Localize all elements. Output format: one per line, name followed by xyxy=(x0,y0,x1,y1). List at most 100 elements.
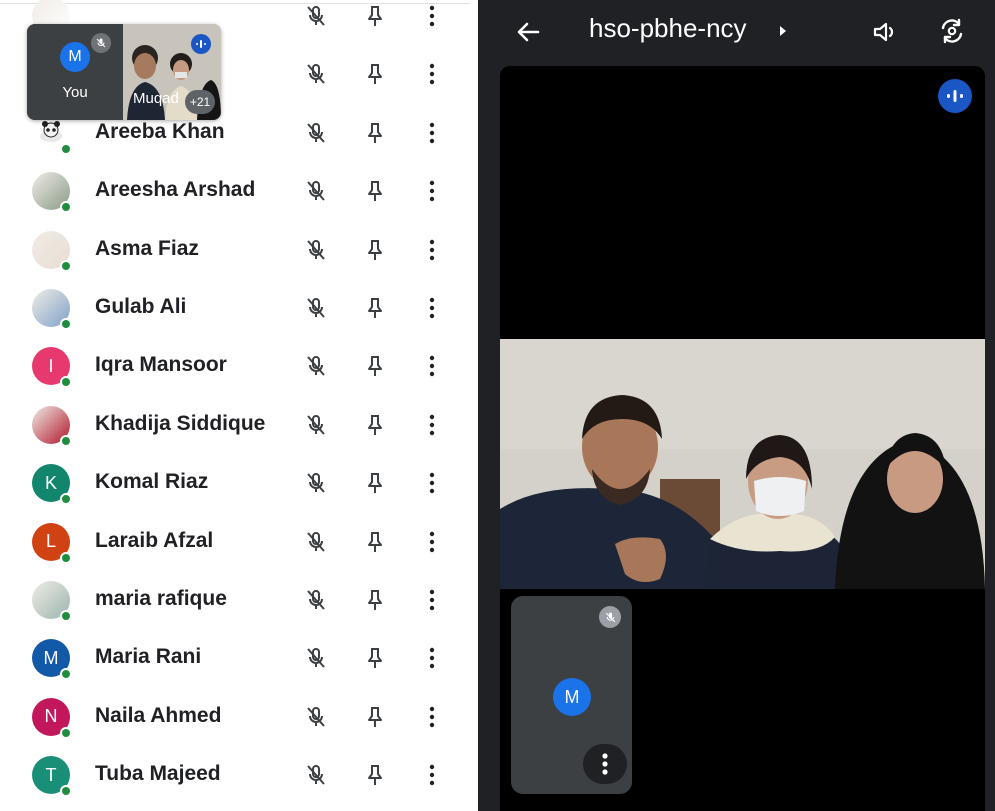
mic-off-icon[interactable] xyxy=(304,587,328,613)
participant-row[interactable]: Khadija Siddique xyxy=(0,396,478,454)
main-video-stage: M xyxy=(500,66,985,811)
pin-icon[interactable] xyxy=(363,470,387,496)
more-options-icon[interactable] xyxy=(420,412,444,438)
pin-icon[interactable] xyxy=(363,178,387,204)
pin-icon[interactable] xyxy=(363,587,387,613)
online-status-dot xyxy=(60,726,72,739)
participant-row[interactable]: T Tuba Majeed xyxy=(0,746,478,804)
pin-icon[interactable] xyxy=(363,295,387,321)
meeting-top-bar: hso-pbhe-ncy xyxy=(478,0,995,62)
online-status-dot xyxy=(60,785,72,798)
mic-off-icon[interactable] xyxy=(304,762,328,788)
mic-off-icon[interactable] xyxy=(304,237,328,263)
mic-off-icon[interactable] xyxy=(304,295,328,321)
picture-in-picture[interactable]: M You Muqad +21 xyxy=(27,24,221,120)
pin-icon[interactable] xyxy=(363,237,387,263)
online-status-dot xyxy=(60,259,72,272)
online-status-dot xyxy=(60,551,72,564)
mic-off-icon[interactable] xyxy=(304,178,328,204)
pin-icon[interactable] xyxy=(363,704,387,730)
more-options-icon[interactable] xyxy=(420,529,444,555)
more-options-icon[interactable] xyxy=(420,704,444,730)
participant-name: Naila Ahmed xyxy=(95,703,222,727)
participant-row[interactable]: K Komal Riaz xyxy=(0,454,478,512)
online-status-dot xyxy=(60,668,72,681)
more-options-icon[interactable] xyxy=(420,61,444,87)
pin-icon[interactable] xyxy=(363,645,387,671)
switch-camera-icon[interactable] xyxy=(937,16,967,46)
participant-row[interactable]: Asma Fiaz xyxy=(0,221,478,279)
pip-self-label: You xyxy=(62,84,88,101)
speaking-indicator-icon xyxy=(191,34,211,54)
online-status-dot xyxy=(60,142,72,155)
mic-off-icon[interactable] xyxy=(304,61,328,87)
pin-icon[interactable] xyxy=(363,762,387,788)
more-options-icon[interactable] xyxy=(583,744,627,784)
participant-name: Komal Riaz xyxy=(95,470,209,494)
participant-name: Maria Rani xyxy=(95,645,202,669)
pin-icon[interactable] xyxy=(363,412,387,438)
more-options-icon[interactable] xyxy=(420,762,444,788)
more-options-icon[interactable] xyxy=(420,237,444,263)
mic-off-icon[interactable] xyxy=(304,470,328,496)
participant-row[interactable]: maria rafique xyxy=(0,571,478,629)
pin-icon[interactable] xyxy=(363,120,387,146)
participant-row[interactable]: M Maria Rani xyxy=(0,629,478,687)
participant-row[interactable]: I Iqra Mansoor xyxy=(0,337,478,395)
mic-off-icon[interactable] xyxy=(304,120,328,146)
mic-off-icon xyxy=(91,33,111,53)
more-options-icon[interactable] xyxy=(420,587,444,613)
online-status-dot xyxy=(60,610,72,622)
mic-off-icon[interactable] xyxy=(304,353,328,379)
caret-right-icon[interactable] xyxy=(778,24,788,38)
mic-off-icon[interactable] xyxy=(304,412,328,438)
mic-off-icon[interactable] xyxy=(304,529,328,555)
more-options-icon[interactable] xyxy=(420,295,444,321)
mic-off-icon[interactable] xyxy=(304,704,328,730)
back-arrow-icon[interactable] xyxy=(514,18,542,46)
self-video-tile[interactable]: M xyxy=(511,596,632,794)
more-options-icon[interactable] xyxy=(420,470,444,496)
participant-name: Laraib Afzal xyxy=(95,528,214,552)
participant-name: Areeba Khan xyxy=(95,119,225,143)
participant-name: Asma Fiaz xyxy=(95,236,199,260)
more-options-icon[interactable] xyxy=(420,645,444,671)
more-options-icon[interactable] xyxy=(420,120,444,146)
speaking-indicator-icon xyxy=(938,79,972,113)
more-options-icon[interactable] xyxy=(420,3,444,29)
mic-off-icon xyxy=(599,606,621,628)
more-options-icon[interactable] xyxy=(420,178,444,204)
pip-self-avatar: M xyxy=(60,42,90,72)
participant-name: Iqra Mansoor xyxy=(95,353,227,377)
pin-icon[interactable] xyxy=(363,353,387,379)
pin-icon[interactable] xyxy=(363,529,387,555)
participant-name: Khadija Siddique xyxy=(95,411,266,435)
participant-name: Gulab Ali xyxy=(95,295,187,318)
more-participants-badge: +21 xyxy=(185,90,215,114)
online-status-dot xyxy=(60,493,72,506)
online-status-dot xyxy=(60,376,72,389)
pip-other-label: Muqad xyxy=(133,90,179,107)
participant-row[interactable]: Areesha Arshad xyxy=(0,162,478,220)
pin-icon[interactable] xyxy=(363,61,387,87)
participant-video-image xyxy=(500,339,985,589)
participant-video xyxy=(500,339,985,589)
mic-off-icon[interactable] xyxy=(304,3,328,29)
participant-name: Tuba Majeed xyxy=(95,762,221,786)
participant-name: Areesha Arshad xyxy=(95,178,256,202)
participant-row[interactable]: Gulab Ali xyxy=(0,279,478,337)
participant-row[interactable]: L Laraib Afzal xyxy=(0,513,478,571)
more-options-icon[interactable] xyxy=(420,353,444,379)
online-status-dot xyxy=(60,434,72,447)
pin-icon[interactable] xyxy=(363,3,387,29)
online-status-dot xyxy=(60,318,72,330)
speaker-icon[interactable] xyxy=(871,18,899,46)
participant-row[interactable]: N Naila Ahmed xyxy=(0,688,478,746)
online-status-dot xyxy=(60,201,72,214)
pip-other-tile: Muqad +21 xyxy=(123,24,221,120)
self-avatar: M xyxy=(553,678,591,716)
meeting-view: hso-pbhe-ncy M xyxy=(478,0,995,811)
meeting-code[interactable]: hso-pbhe-ncy xyxy=(589,13,747,44)
mic-off-icon[interactable] xyxy=(304,645,328,671)
participants-panel: Areeba Khan Areesha Arshad Asma Fiaz Gulab … xyxy=(0,0,478,811)
